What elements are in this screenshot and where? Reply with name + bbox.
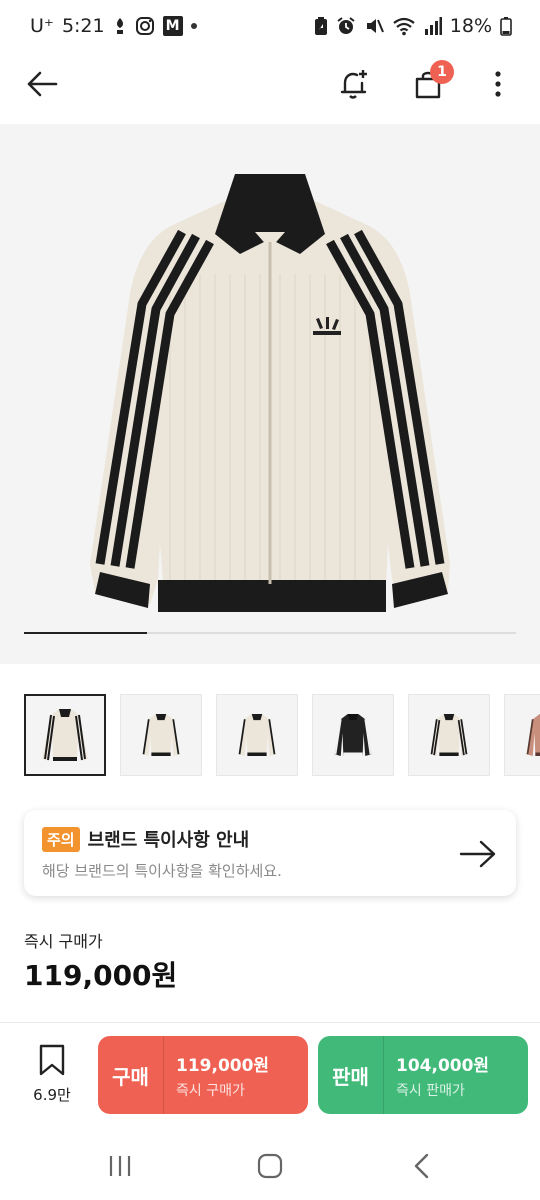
thumbnail-6[interactable] <box>504 694 540 776</box>
system-back-button[interactable] <box>402 1148 442 1184</box>
m-app-icon: M <box>162 16 183 36</box>
more-vertical-icon <box>495 71 501 97</box>
status-bar: U⁺ 5:21 M 18% <box>0 0 540 52</box>
carrier-label: U⁺ <box>30 15 54 37</box>
carrier-signal-icon <box>113 16 127 36</box>
clock: 5:21 <box>61 15 105 37</box>
sell-price: 104,000원 <box>396 1055 490 1076</box>
notice-badge: 주의 <box>42 826 80 852</box>
notice-title-row: 주의 브랜드 특이사항 안내 <box>42 826 498 852</box>
action-bar-divider <box>0 1022 540 1023</box>
thumbnail-5[interactable] <box>408 694 490 776</box>
jacket-thumbnail-image <box>142 714 180 756</box>
battery-percent: 18% <box>449 15 492 37</box>
wish-count: 6.9만 <box>33 1086 71 1104</box>
mute-icon <box>364 16 384 36</box>
home-button[interactable] <box>250 1148 290 1184</box>
system-nav-bar <box>0 1130 540 1200</box>
bookmark-icon <box>39 1044 65 1076</box>
alarm-icon <box>336 16 356 36</box>
recents-icon <box>109 1156 131 1176</box>
recents-button[interactable] <box>100 1148 140 1184</box>
jacket-thumbnail-image <box>526 714 540 756</box>
instagram-icon <box>135 16 155 36</box>
status-left: U⁺ 5:21 M <box>30 15 197 37</box>
status-right: 18% <box>314 15 512 37</box>
price-label: 즉시 구매가 <box>24 932 103 951</box>
home-icon <box>257 1153 283 1179</box>
product-image-carousel[interactable] <box>0 124 540 664</box>
battery-icon <box>500 16 512 36</box>
buy-info: 119,000원 즉시 구매가 <box>164 1051 269 1100</box>
wifi-icon <box>392 16 416 36</box>
thumbnail-1[interactable] <box>24 694 106 776</box>
carousel-progress-fill <box>24 632 147 634</box>
product-image <box>90 174 450 612</box>
wish-button[interactable]: 6.9만 <box>24 1044 80 1110</box>
jacket-thumbnail-image <box>42 709 88 761</box>
jacket-thumbnail-image <box>334 714 372 756</box>
signal-icon <box>424 16 442 36</box>
thumbnail-4[interactable] <box>312 694 394 776</box>
back-arrow-icon <box>27 71 58 97</box>
sell-button[interactable]: 판매 104,000원 즉시 판매가 <box>318 1036 528 1114</box>
cart-count-badge: 1 <box>430 60 454 84</box>
buy-sub-label: 즉시 구매가 <box>176 1082 245 1099</box>
notice-title: 브랜드 특이사항 안내 <box>87 830 250 851</box>
price-value: 119,000원 <box>24 959 178 992</box>
add-alarm-button[interactable] <box>334 64 374 104</box>
carousel-progress <box>24 632 516 634</box>
chevron-left-icon <box>414 1153 429 1179</box>
arrow-right-icon <box>459 840 496 868</box>
buy-price: 119,000원 <box>176 1055 270 1076</box>
cart-button[interactable]: 1 <box>406 60 454 106</box>
sell-sub-label: 즉시 판매가 <box>396 1082 465 1099</box>
add-alarm-icon <box>340 70 367 99</box>
buy-button[interactable]: 구매 119,000원 즉시 구매가 <box>98 1036 308 1114</box>
jacket-thumbnail-image <box>430 714 468 756</box>
notice-description: 해당 브랜드의 특이사항을 확인하세요. <box>42 862 282 880</box>
buy-kind-label: 구매 <box>98 1036 164 1114</box>
brand-notice-card[interactable]: 주의 브랜드 특이사항 안내 해당 브랜드의 특이사항을 확인하세요. <box>24 810 516 896</box>
sell-kind-label: 판매 <box>318 1036 384 1114</box>
battery-saver-icon <box>314 16 328 36</box>
sell-info: 104,000원 즉시 판매가 <box>384 1051 489 1100</box>
thumbnail-strip[interactable] <box>24 694 540 778</box>
jacket-thumbnail-image <box>238 714 276 756</box>
notification-dot <box>190 23 197 29</box>
app-bar: 1 <box>0 52 540 116</box>
more-button[interactable] <box>484 64 512 104</box>
thumbnail-3[interactable] <box>216 694 298 776</box>
back-button[interactable] <box>22 64 62 104</box>
notice-arrow-button[interactable] <box>458 834 498 874</box>
thumbnail-2[interactable] <box>120 694 202 776</box>
